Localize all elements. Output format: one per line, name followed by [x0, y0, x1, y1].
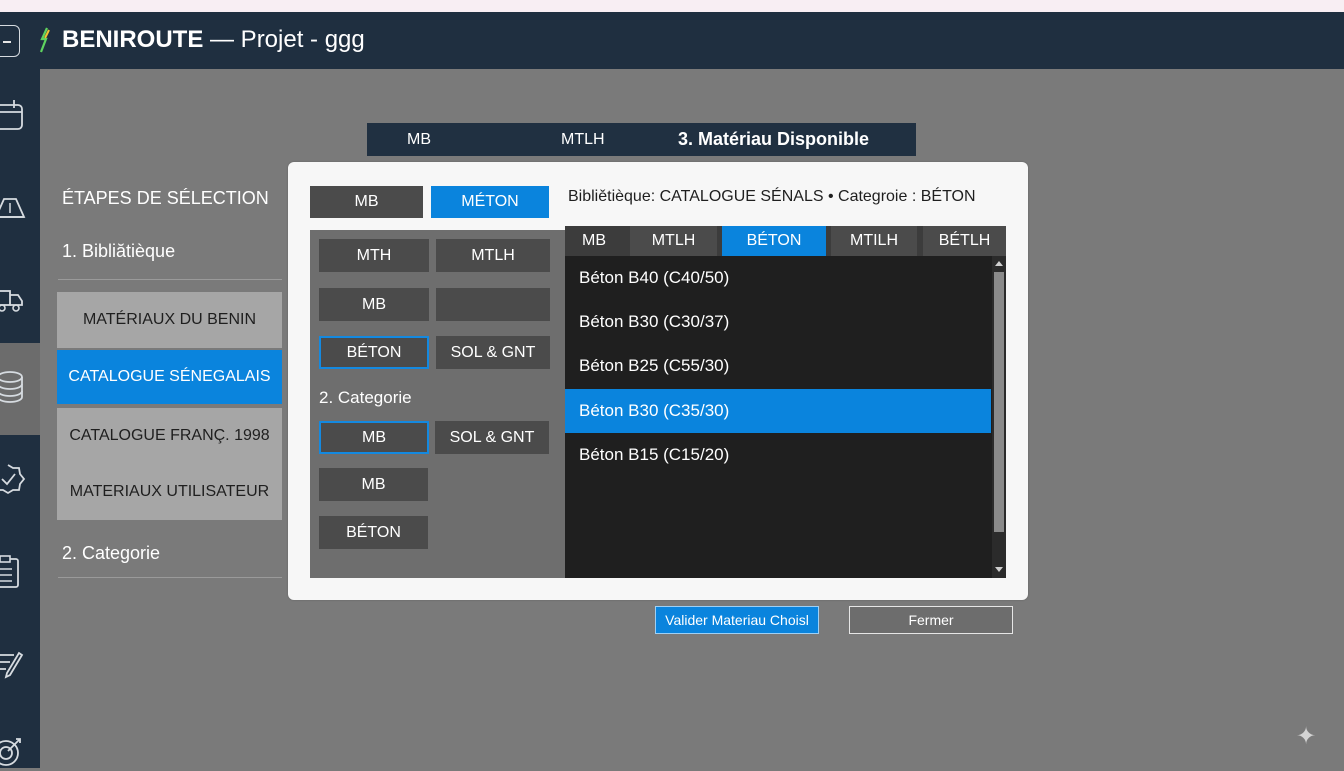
- badge-check-icon[interactable]: [0, 459, 40, 499]
- material-item[interactable]: Béton B15 (C15/20): [565, 433, 991, 477]
- top-tab-mb[interactable]: MB: [407, 123, 431, 156]
- back-arrow-icon: [3, 41, 11, 43]
- app-logo-icon: [39, 27, 50, 53]
- material-tab-bar: MB MTLH BÉTON MTILH BÉTLH: [565, 226, 1006, 256]
- top-tab-bar: MB MTLH 3. Matériau Disponible: [367, 123, 916, 156]
- material-item[interactable]: Béton B40 (C40/50): [565, 256, 991, 300]
- cat2-btn-sol-gnt[interactable]: SOL & GNT: [435, 421, 549, 454]
- top-strip: [0, 0, 1344, 12]
- dialog-tab-meton[interactable]: MÉTON: [431, 186, 549, 218]
- database-icon[interactable]: [0, 367, 40, 407]
- app-title: BENIROUTE — Projet - ggg: [62, 26, 365, 53]
- target-icon[interactable]: [0, 731, 40, 771]
- scroll-up-icon[interactable]: [995, 261, 1003, 266]
- library-catalogue-senegalais[interactable]: CATALOGUE SÉNEGALAIS: [57, 350, 282, 404]
- cat2-btn-beton[interactable]: BÉTON: [319, 516, 428, 549]
- step-1-label: 1. Bibliătièque: [62, 241, 176, 261]
- material-item-selected[interactable]: Béton B30 (C35/30): [565, 389, 991, 433]
- cat-btn-empty[interactable]: [436, 288, 550, 321]
- material-list: Béton B40 (C40/50) Béton B30 (C30/37) Bé…: [565, 256, 1006, 578]
- mat-tab-beton[interactable]: BÉTON: [722, 226, 826, 256]
- top-tab-mtlh[interactable]: MTLH: [561, 123, 605, 156]
- step-2-label: 2. Categorie: [62, 543, 161, 563]
- material-dialog: MB MÉTON MTH MTLH MB BÉTON SOL & GNT 2. …: [288, 162, 1028, 600]
- sparkle-icon: ✦: [1296, 723, 1317, 750]
- library-catalogue-francais[interactable]: CATALOGUE FRANÇ. 1998: [69, 427, 269, 445]
- library-group: CATALOGUE FRANÇ. 1998 MATERIAUX UTILISAT…: [57, 408, 282, 520]
- cat-btn-mb[interactable]: MB: [319, 288, 429, 321]
- title-bar: BENIROUTE — Projet - ggg: [0, 12, 1344, 69]
- category-section-label: 2. Categorie: [319, 388, 412, 407]
- dialog-tab-mb[interactable]: MB: [310, 186, 423, 218]
- pen-icon[interactable]: [0, 643, 40, 683]
- cat-btn-beton[interactable]: BÉTON: [319, 336, 429, 369]
- clipboard-icon[interactable]: [0, 551, 40, 591]
- sidebar: [0, 69, 40, 768]
- back-button[interactable]: [0, 25, 20, 57]
- material-item[interactable]: Béton B25 (C55/30): [565, 344, 991, 388]
- truck-icon[interactable]: [0, 279, 40, 319]
- scroll-down-icon[interactable]: [995, 567, 1003, 572]
- top-tab-materiau-disponible[interactable]: 3. Matériau Disponible: [678, 123, 869, 156]
- divider: [58, 577, 282, 578]
- category-panel: MTH MTLH MB BÉTON SOL & GNT 2. Categorie…: [310, 230, 565, 578]
- list-scrollbar[interactable]: [992, 256, 1006, 578]
- validate-material-button[interactable]: Valider Materiau Choisl: [655, 606, 819, 634]
- close-button[interactable]: Fermer: [849, 606, 1013, 634]
- mat-tab-mb[interactable]: MB: [565, 226, 623, 256]
- scroll-thumb[interactable]: [994, 272, 1004, 532]
- cat-btn-mth[interactable]: MTH: [319, 239, 429, 272]
- divider: [58, 279, 282, 280]
- steps-title: ÉTAPES DE SÉLECTION: [62, 188, 269, 208]
- cat2-btn-mb[interactable]: MB: [319, 421, 429, 454]
- cat-btn-mtlh[interactable]: MTLH: [436, 239, 550, 272]
- mat-tab-mtlh[interactable]: MTLH: [630, 226, 717, 256]
- library-category-info: Bibliětièque: CATALOGUE SÉNALS • Categro…: [568, 188, 976, 205]
- cat-btn-sol-gnt[interactable]: SOL & GNT: [436, 336, 550, 369]
- mat-tab-betlh[interactable]: BÉTLH: [923, 226, 1006, 256]
- library-materiaux-benin[interactable]: MATÉRIAUX DU BENIN: [57, 292, 282, 348]
- calendar-icon[interactable]: [0, 95, 40, 135]
- mat-tab-mtilh[interactable]: MTILH: [831, 226, 917, 256]
- material-item[interactable]: Béton B30 (C30/37): [565, 300, 991, 344]
- library-materiaux-utilisateur[interactable]: MATERIAUX UTILISATEUR: [70, 483, 269, 501]
- cat2-btn-mb-2[interactable]: MB: [319, 468, 428, 501]
- ruler-icon[interactable]: [0, 187, 40, 227]
